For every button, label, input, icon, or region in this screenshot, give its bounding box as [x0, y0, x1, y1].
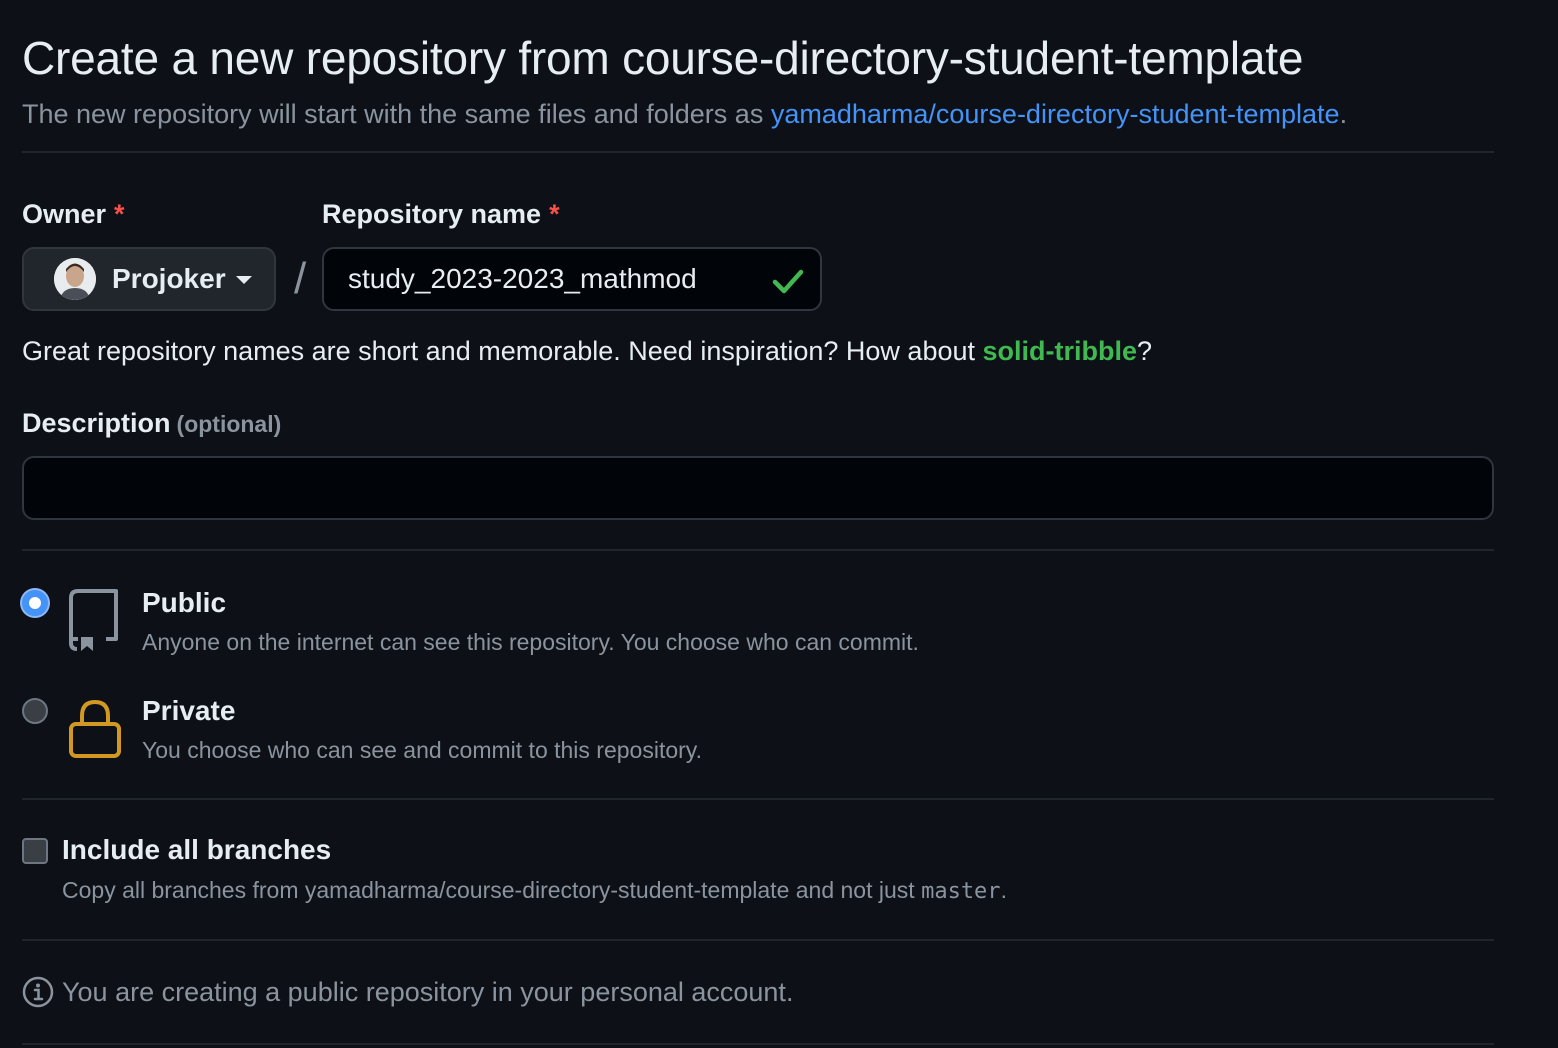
repo-name-value[interactable]: study_2023-2023_mathmod	[348, 263, 697, 295]
visibility-divider	[22, 798, 1494, 800]
repo-name-input[interactable]: study_2023-2023_mathmod	[322, 247, 822, 311]
chevron-down-icon	[235, 276, 252, 284]
include-all-branches-title: Include all branches	[62, 834, 332, 865]
visibility-private-title: Private	[142, 695, 236, 726]
visibility-radio-private[interactable]	[22, 698, 48, 724]
visibility-private-description: You choose who can see and commit to thi…	[142, 737, 702, 763]
include-all-branches-description: Copy all branches from yamadharma/course…	[62, 877, 1007, 904]
visibility-public-description: Anyone on the internet can see this repo…	[142, 629, 919, 655]
page-subtitle: The new repository will start with the s…	[22, 96, 1347, 132]
repo-name-hint: Great repository names are short and mem…	[22, 336, 1153, 366]
visibility-public-title: Public	[142, 587, 227, 618]
repo-name-label: Repository name *	[322, 199, 560, 229]
notice-divider	[22, 1043, 1494, 1045]
visibility-radio-public[interactable]	[22, 590, 48, 616]
owner-repo-separator: /	[294, 254, 307, 303]
branches-divider	[22, 939, 1494, 941]
owner-required-mark: *	[114, 199, 125, 229]
description-optional-text: (optional)	[176, 411, 282, 437]
visibility-notice-text: You are creating a public repository in …	[62, 977, 794, 1007]
page-title: Create a new repository from course-dire…	[22, 32, 1304, 84]
description-label: Description (optional)	[22, 408, 282, 438]
repo-icon	[69, 589, 118, 651]
include-all-branches-checkbox[interactable]	[22, 838, 48, 864]
header-divider	[22, 151, 1494, 153]
name-suggestion-link[interactable]: solid-tribble	[983, 336, 1138, 366]
default-branch-name: master	[921, 879, 1001, 904]
lock-icon	[69, 699, 121, 758]
owner-label: Owner *	[22, 199, 125, 229]
visibility-notice: You are creating a public repository in …	[22, 974, 793, 1010]
check-icon	[772, 269, 804, 294]
template-repo-link[interactable]: yamadharma/course-directory-student-temp…	[771, 99, 1340, 129]
subtitle-suffix: .	[1339, 99, 1348, 129]
owner-name: Projoker	[112, 263, 226, 294]
repo-name-required-mark: *	[549, 199, 560, 229]
info-icon	[22, 976, 54, 1008]
description-input[interactable]	[22, 456, 1494, 520]
owner-avatar	[54, 258, 96, 300]
description-divider	[22, 549, 1494, 551]
subtitle-prefix: The new repository will start with the s…	[22, 99, 771, 129]
owner-select-button[interactable]: Projoker	[22, 247, 276, 311]
